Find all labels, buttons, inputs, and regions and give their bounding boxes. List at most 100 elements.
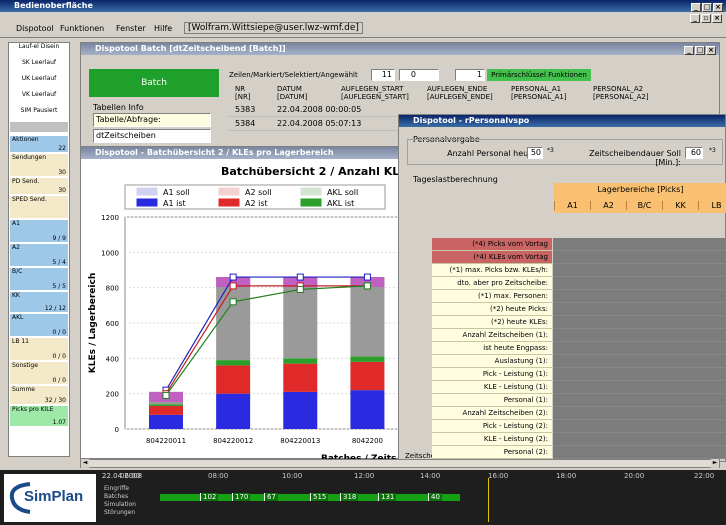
nav-separator xyxy=(10,122,68,132)
nav-uk[interactable]: UK Leerlauf xyxy=(10,76,68,82)
sidebar-stat-item[interactable]: Summe 32 / 30 xyxy=(10,386,68,404)
sidebar-stat-item[interactable]: B/C 5 / 5 xyxy=(10,268,68,290)
stat-label: Aktionen xyxy=(12,136,39,143)
row-nr: 5384 xyxy=(235,119,256,128)
dialog-row-values[interactable] xyxy=(553,381,725,394)
mdi-close-button[interactable]: × xyxy=(712,14,722,23)
sidebar-stat-item[interactable]: AKL 0 / 0 xyxy=(10,314,68,336)
nav-sim[interactable]: SIM Pausiert xyxy=(10,108,68,114)
lager-column-header[interactable]: KK xyxy=(662,201,698,210)
batch-minimize-button[interactable]: _ xyxy=(684,46,694,55)
sidebar-stat-item[interactable]: Sendungen 30 xyxy=(10,154,68,176)
scroll-left-icon[interactable]: ◄ xyxy=(81,459,89,468)
zeitscheibendauer-input[interactable]: 60 xyxy=(685,147,703,159)
legend-swatch xyxy=(136,187,158,196)
timeline-batch[interactable]: 170 xyxy=(232,493,251,501)
dialog-row-values[interactable] xyxy=(553,238,725,251)
sidebar-stat-item[interactable]: KK 12 / 12 xyxy=(10,292,68,312)
nav-lauf-disein[interactable]: Lauf-el Disein xyxy=(10,44,68,50)
nav-vk[interactable]: VK Leerlauf xyxy=(10,92,68,98)
column-header[interactable]: AUFLEGEN_START [AUFLEGEN_START] xyxy=(341,85,409,101)
group-tageslast-label: Tageslastberechnung xyxy=(413,175,498,184)
column-header[interactable]: PERSONAL_A2 [PERSONAL_A2] xyxy=(593,85,649,101)
lager-column-header[interactable]: B/C xyxy=(626,201,662,210)
dialog-row-values[interactable] xyxy=(553,394,725,407)
bar-segment xyxy=(283,358,318,364)
maximize-button[interactable]: □ xyxy=(702,3,712,12)
dialog-row-values[interactable] xyxy=(553,446,725,459)
column-header[interactable]: AUFLEGEN_ENDE [AUFLEGEN_ENDE] xyxy=(427,85,493,101)
dialog-row-values[interactable] xyxy=(553,277,725,290)
mdi-minimize-button[interactable]: _ xyxy=(690,14,700,23)
workspace-scrollbar[interactable]: ◄ ► xyxy=(80,459,720,468)
tabelle-value-field[interactable]: dtZeitscheiben xyxy=(93,129,211,143)
legend-label: AKL ist xyxy=(327,199,354,208)
dialog-row-values[interactable] xyxy=(553,407,725,420)
bar-segment xyxy=(350,356,385,362)
bar-segment xyxy=(350,390,385,429)
scroll-right-icon[interactable]: ► xyxy=(711,459,719,468)
batch-maximize-button[interactable]: □ xyxy=(695,46,705,55)
dialog-row-values[interactable] xyxy=(553,355,725,368)
legend-label: A1 ist xyxy=(163,199,186,208)
sidebar-stat-item[interactable]: A1 9 / 9 xyxy=(10,220,68,242)
sidebar-stat-item[interactable]: Picks pro KlLE 1.07 xyxy=(10,406,68,426)
y-tick-label: 1000 xyxy=(101,249,119,257)
batch-chart: Batchübersicht 2 / Anzahl KLE A1 soll A2 s… xyxy=(88,165,408,459)
legend-swatch xyxy=(300,198,322,207)
dialog-row-values[interactable] xyxy=(553,303,725,316)
dialog-row-values[interactable] xyxy=(553,264,725,277)
timeline-batch[interactable]: 102 xyxy=(200,493,219,501)
menu-fenster[interactable]: Fenster xyxy=(116,24,146,33)
sidebar-stat-item[interactable]: Sonstige 0 / 0 xyxy=(10,362,68,384)
sidebar-stat-item[interactable]: A2 5 / 4 xyxy=(10,244,68,266)
batch-button[interactable]: Batch xyxy=(89,69,219,97)
sidebar-stat-item[interactable]: PD Send. 30 xyxy=(10,178,68,194)
timeline-batch[interactable]: 40 xyxy=(428,493,442,501)
x-tick-label: 804220012 xyxy=(213,437,253,445)
dialog-row-values[interactable] xyxy=(553,368,725,381)
timeline-batch[interactable]: 67 xyxy=(264,493,278,501)
dialog-row-values[interactable] xyxy=(553,433,725,446)
anzahl-personal-input[interactable]: 50 xyxy=(527,147,543,159)
menu-dispotool[interactable]: Dispotool xyxy=(16,24,54,33)
dialog-row-values[interactable] xyxy=(553,290,725,303)
menu-hilfe[interactable]: Hilfe xyxy=(154,24,172,33)
stat-value: 32 / 30 xyxy=(44,397,66,404)
sidebar-stat-item[interactable]: Aktionen 22 xyxy=(10,136,68,152)
sidebar-stat-item[interactable]: SPED Send. xyxy=(10,196,68,218)
lager-column-header[interactable]: A2 xyxy=(590,201,626,210)
menu-funktionen[interactable]: Funktionen xyxy=(60,24,104,33)
lager-column-header[interactable]: A1 xyxy=(554,201,590,210)
dialog-row-values[interactable] xyxy=(553,342,725,355)
row-datum: 22.04.2008 00:00:05 xyxy=(277,105,362,114)
timeline-batch[interactable]: 318 xyxy=(340,493,359,501)
y-tick-label: 1200 xyxy=(101,214,119,222)
primary-key-functions[interactable]: Primärschlüssel Funktionen xyxy=(487,69,591,81)
column-header[interactable]: NR [NR] xyxy=(235,85,251,101)
dauer-sup: *3 xyxy=(709,147,716,154)
timeline-batch[interactable]: 515 xyxy=(310,493,329,501)
stat-value: 12 / 12 xyxy=(44,305,66,312)
y-axis-label: KLEs / Lagerbereich xyxy=(88,273,98,373)
stat-label: KK xyxy=(12,292,20,299)
minimize-button[interactable]: _ xyxy=(691,3,701,12)
timeline-batch[interactable]: 131 xyxy=(378,493,397,501)
batch-close-button[interactable]: × xyxy=(706,46,716,55)
y-tick-label: 600 xyxy=(106,320,119,328)
nav-sk[interactable]: SK Leerlauf xyxy=(10,60,68,66)
close-button[interactable]: × xyxy=(713,3,723,12)
tabellen-info-label: Tabellen Info xyxy=(93,103,144,112)
stat-label: A2 xyxy=(12,244,20,251)
dialog-row-values[interactable] xyxy=(553,329,725,342)
lager-column-header[interactable]: LB xyxy=(698,201,726,210)
mdi-restore-button[interactable]: ▫ xyxy=(701,14,711,23)
bar-segment xyxy=(216,365,251,394)
column-header[interactable]: DATUM [DATUM] xyxy=(277,85,307,101)
sidebar-stat-item[interactable]: LB 11 0 / 0 xyxy=(10,338,68,360)
row-nr: 5383 xyxy=(235,105,256,114)
dialog-row-values[interactable] xyxy=(553,251,725,264)
column-header[interactable]: PERSONAL_A1 [PERSONAL_A1] xyxy=(511,85,567,101)
dialog-row-values[interactable] xyxy=(553,316,725,329)
dialog-row-values[interactable] xyxy=(553,420,725,433)
